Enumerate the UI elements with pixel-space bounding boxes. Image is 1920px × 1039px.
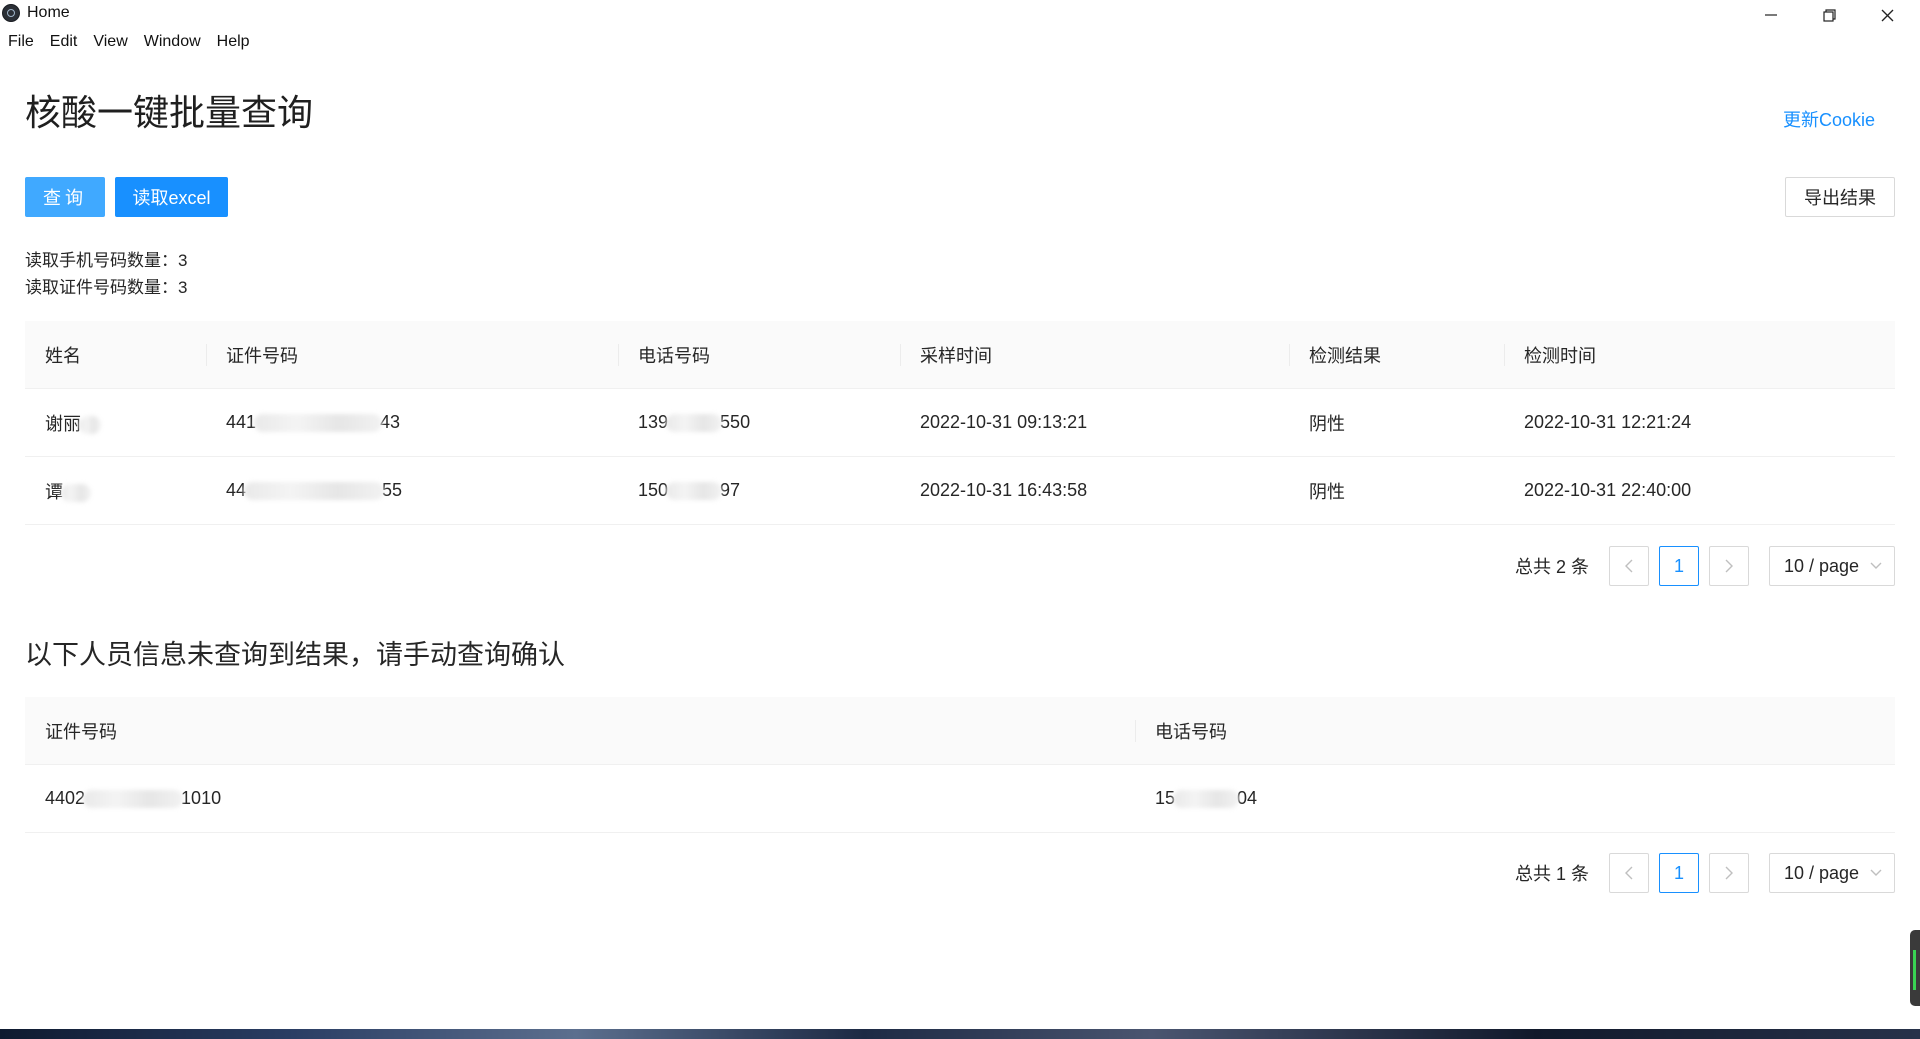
- id-suffix: 1010: [181, 788, 222, 808]
- menu-bar: File Edit View Window Help: [0, 30, 258, 54]
- cell-sample-time: 2022-10-31 16:43:58: [900, 456, 1289, 525]
- chevron-left-icon: [1625, 559, 1633, 573]
- cell-result: 阴性: [1289, 456, 1504, 525]
- column-header-id: 证件号码: [25, 697, 1135, 765]
- table-header-row: 姓名 证件号码 电话号码 采样时间 检测结果 检测时间: [25, 321, 1895, 389]
- phone-prefix: 150: [638, 480, 669, 500]
- missing-pagination: 总共 1 条 1 10 / page: [1515, 853, 1895, 893]
- menu-file[interactable]: File: [0, 30, 42, 54]
- phone-prefix: 139: [638, 412, 669, 432]
- chevron-down-icon: [1870, 869, 1882, 876]
- close-icon: [1881, 9, 1893, 21]
- menu-help[interactable]: Help: [209, 30, 258, 54]
- id-suffix: 43: [380, 412, 401, 432]
- column-header-phone: 电话号码: [1135, 697, 1895, 765]
- chevron-down-icon: [1870, 562, 1882, 569]
- page-button-1[interactable]: 1: [1659, 853, 1699, 893]
- cell-name: 谭: [25, 456, 206, 525]
- chevron-right-icon: [1725, 559, 1733, 573]
- phone-suffix: 550: [720, 412, 751, 432]
- redaction-blur: [79, 415, 101, 434]
- cell-id: 44 55: [206, 456, 618, 525]
- column-header-result: 检测结果: [1289, 321, 1504, 389]
- chevron-right-icon: [1725, 866, 1733, 880]
- menu-edit[interactable]: Edit: [42, 30, 86, 54]
- phone-suffix: 97: [720, 480, 741, 500]
- redaction-blur: [666, 414, 723, 433]
- redaction-blur: [666, 482, 723, 501]
- page-size-select[interactable]: 10 / page: [1769, 546, 1895, 586]
- cell-phone: 139 550: [618, 388, 900, 457]
- cell-id: 4402 1010: [25, 764, 1135, 833]
- next-page-button[interactable]: [1709, 853, 1749, 893]
- results-table: 姓名 证件号码 电话号码 采样时间 检测结果 检测时间 谢丽 441 43 139…: [25, 321, 1895, 525]
- missing-section-title: 以下人员信息未查询到结果，请手动查询确认: [25, 640, 565, 670]
- id-count-text: 读取证件号码数量：3: [25, 278, 188, 297]
- menu-window[interactable]: Window: [136, 30, 209, 54]
- close-button[interactable]: [1859, 0, 1915, 30]
- table-row: 谢丽 441 43 139 550 2022-10-31 09:13:21 阴性 2…: [25, 388, 1895, 457]
- name-text: 谢丽: [45, 413, 81, 434]
- column-header-id: 证件号码: [206, 321, 618, 389]
- cell-name: 谢丽: [25, 388, 206, 457]
- restore-button[interactable]: [1801, 0, 1857, 30]
- minimize-icon: [1765, 14, 1777, 16]
- results-pagination: 总共 2 条 1 10 / page: [1515, 546, 1895, 586]
- read-excel-button[interactable]: 读取excel: [115, 177, 228, 217]
- prev-page-button[interactable]: [1609, 546, 1649, 586]
- cell-phone: 15 04: [1135, 764, 1895, 833]
- menu-view[interactable]: View: [85, 30, 135, 54]
- page-button-1[interactable]: 1: [1659, 546, 1699, 586]
- prev-page-button[interactable]: [1609, 853, 1649, 893]
- cell-test-time: 2022-10-31 12:21:24: [1504, 388, 1895, 457]
- pagination-total: 总共 1 条: [1514, 864, 1589, 884]
- redaction-blur: [244, 482, 385, 501]
- id-prefix: 44: [226, 480, 247, 500]
- cell-test-time: 2022-10-31 22:40:00: [1504, 456, 1895, 525]
- column-header-phone: 电话号码: [618, 321, 900, 389]
- update-cookie-link[interactable]: 更新Cookie: [1783, 106, 1875, 132]
- pagination-total: 总共 2 条: [1514, 557, 1589, 577]
- page-size-value: 10 / page: [1784, 555, 1860, 576]
- id-prefix: 4402: [45, 788, 86, 808]
- cell-sample-time: 2022-10-31 09:13:21: [900, 388, 1289, 457]
- missing-table: 证件号码 电话号码 4402 1010 15 04: [25, 697, 1895, 833]
- query-button[interactable]: 查询: [25, 177, 105, 217]
- cell-phone: 150 97: [618, 456, 900, 525]
- minimize-button[interactable]: [1743, 0, 1799, 30]
- id-prefix: 441: [226, 412, 257, 432]
- title-bar: Home: [0, 0, 1920, 28]
- app-icon: [2, 4, 20, 22]
- phone-suffix: 04: [1237, 788, 1258, 808]
- phone-count-text: 读取手机号码数量：3: [25, 251, 188, 270]
- table-row: 4402 1010 15 04: [25, 764, 1895, 833]
- desktop-taskbar-strip: [0, 1029, 1920, 1039]
- phone-prefix: 15: [1155, 788, 1176, 808]
- export-results-button[interactable]: 导出结果: [1785, 177, 1895, 217]
- redaction-blur: [83, 790, 184, 809]
- chevron-left-icon: [1625, 866, 1633, 880]
- table-row: 谭 44 55 150 97 2022-10-31 16:43:58 阴性 2022…: [25, 456, 1895, 525]
- window-title: Home: [27, 4, 70, 21]
- id-suffix: 55: [382, 480, 403, 500]
- page-size-value: 10 / page: [1784, 862, 1860, 883]
- restore-icon: [1822, 8, 1836, 22]
- column-header-name: 姓名: [25, 321, 206, 389]
- redaction-blur: [61, 483, 91, 502]
- column-header-test-time: 检测时间: [1504, 321, 1895, 389]
- side-scroll-handle[interactable]: [1910, 930, 1920, 1006]
- cell-id: 441 43: [206, 388, 618, 457]
- cell-result: 阴性: [1289, 388, 1504, 457]
- column-header-sample-time: 采样时间: [900, 321, 1289, 389]
- redaction-blur: [254, 414, 383, 433]
- page-title: 核酸一键批量查询: [25, 92, 314, 133]
- table-header-row: 证件号码 电话号码: [25, 697, 1895, 765]
- page-size-select[interactable]: 10 / page: [1769, 853, 1895, 893]
- redaction-blur: [1173, 790, 1240, 809]
- next-page-button[interactable]: [1709, 546, 1749, 586]
